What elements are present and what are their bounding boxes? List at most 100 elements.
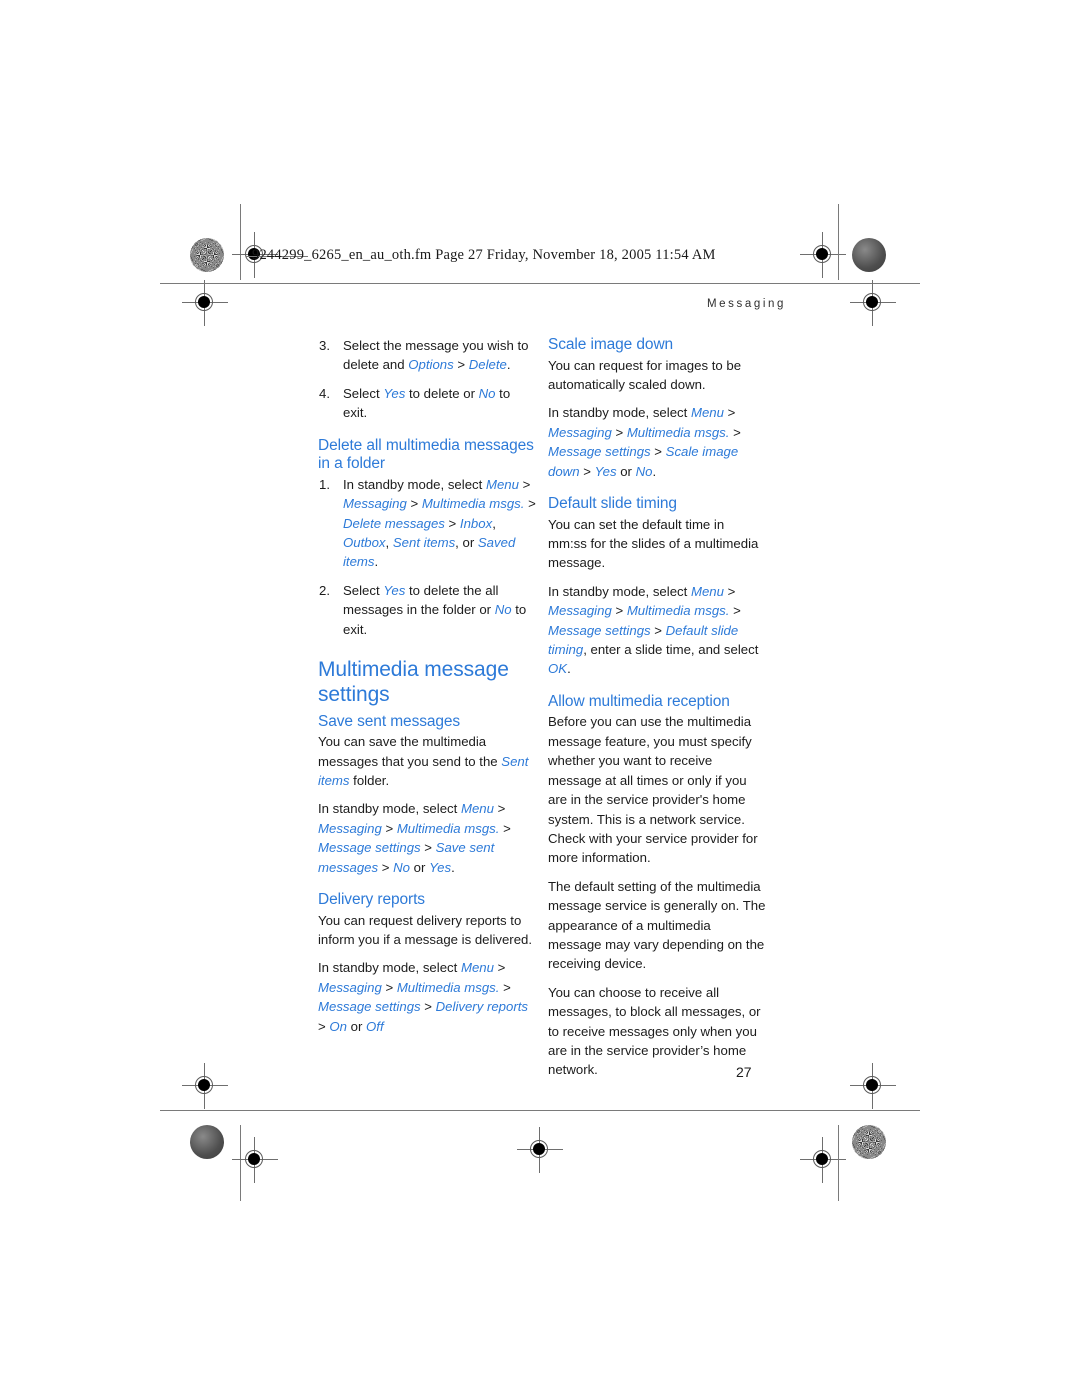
ui-term: Menu bbox=[460, 960, 494, 976]
registration-mark-bottom-left-inner bbox=[232, 1137, 278, 1183]
ui-term: Yes bbox=[383, 582, 406, 598]
step-number: 1. bbox=[319, 476, 330, 492]
ui-term: Menu bbox=[690, 405, 724, 421]
heading-multimedia-message-settings: Multimedia message settings bbox=[318, 658, 509, 706]
ui-term: No bbox=[635, 463, 653, 479]
ui-term: No bbox=[478, 385, 496, 401]
separator: or bbox=[346, 1018, 367, 1034]
separator: > bbox=[650, 444, 666, 460]
ui-term: Sent items bbox=[392, 535, 456, 551]
heading-default-slide-timing: Default slide timing bbox=[548, 495, 677, 513]
step-text: Select the message you wish to delete an… bbox=[343, 338, 528, 372]
paragraph-delivery-reports-path: In standby mode, select Menu > Messaging… bbox=[318, 958, 536, 1036]
text-run: You can request for images to be automat… bbox=[548, 357, 742, 392]
step-text: Select Yes to delete the all messages in… bbox=[343, 583, 526, 637]
text-run: You can save the multimedia messages tha… bbox=[318, 734, 502, 769]
paragraph-scale-image-down-description: You can request for images to be automat… bbox=[548, 356, 766, 395]
ui-term: Message settings bbox=[318, 840, 421, 856]
separator: > bbox=[493, 960, 506, 976]
ui-term: Menu bbox=[485, 476, 519, 492]
ui-term: Delete messages bbox=[343, 515, 445, 531]
ui-term: Off bbox=[366, 1018, 384, 1034]
halftone-dot-top-right bbox=[852, 238, 886, 272]
text-run: You can choose to receive all messages, … bbox=[548, 984, 761, 1078]
list-item: 2. Select Yes to delete the all messages… bbox=[318, 581, 536, 639]
vertical-rule-bottom-left bbox=[240, 1125, 241, 1201]
ui-term: Multimedia msgs. bbox=[626, 603, 730, 619]
paragraph-save-sent-description: You can save the multimedia messages tha… bbox=[318, 732, 536, 790]
registration-mark-right-upper bbox=[850, 280, 896, 326]
text-run: In standby mode, select bbox=[318, 801, 461, 817]
ui-term: No bbox=[494, 602, 512, 618]
ui-term: Yes bbox=[429, 859, 452, 875]
ui-term: Message settings bbox=[548, 444, 651, 460]
ui-term: Inbox bbox=[459, 515, 493, 531]
paragraph-allow-reception-1: Before you can use the multimedia messag… bbox=[548, 712, 766, 867]
page-frame-top-rule bbox=[160, 283, 920, 284]
heading-save-sent-messages: Save sent messages bbox=[318, 712, 461, 730]
ui-term: Menu bbox=[690, 583, 724, 599]
registration-mark-bottom-right-inner bbox=[800, 1137, 846, 1183]
ui-term: Yes bbox=[594, 463, 617, 479]
paragraph-delivery-reports-description: You can request delivery reports to info… bbox=[318, 911, 536, 950]
text-run: to delete or bbox=[405, 385, 479, 401]
separator: or bbox=[410, 859, 430, 875]
paragraph-allow-reception-2: The default setting of the multimedia me… bbox=[548, 877, 766, 974]
registration-mark-left-lower bbox=[182, 1063, 228, 1109]
ui-term: Multimedia msgs. bbox=[421, 496, 525, 512]
ui-term: Delivery reports bbox=[435, 999, 528, 1015]
step-number: 2. bbox=[319, 582, 330, 598]
separator: > bbox=[381, 820, 397, 836]
ui-term: Message settings bbox=[548, 622, 651, 638]
paragraph-allow-reception-3: You can choose to receive all messages, … bbox=[548, 983, 766, 1080]
left-text-column: 3. Select the message you wish to delete… bbox=[318, 336, 536, 1045]
separator: > bbox=[406, 496, 422, 512]
list-item: 3. Select the message you wish to delete… bbox=[318, 336, 536, 375]
separator: , bbox=[492, 515, 496, 531]
page-frame-bottom-rule bbox=[160, 1110, 920, 1111]
heading-delivery-reports: Delivery reports bbox=[318, 891, 425, 909]
text-run: Select bbox=[343, 385, 384, 401]
step-text: In standby mode, select Menu > Messaging… bbox=[343, 477, 536, 570]
ui-term: Message settings bbox=[318, 999, 421, 1015]
separator: > bbox=[493, 801, 506, 817]
separator: > bbox=[420, 999, 436, 1015]
separator: > bbox=[318, 1018, 330, 1034]
separator: > bbox=[723, 405, 736, 421]
ui-term: OK bbox=[548, 661, 568, 677]
halftone-dot-top-left bbox=[190, 238, 224, 272]
vertical-rule-bottom-right bbox=[838, 1125, 839, 1201]
ui-term: Options bbox=[408, 357, 454, 373]
paragraph-scale-image-down-path: In standby mode, select Menu > Messaging… bbox=[548, 403, 766, 481]
paragraph-save-sent-path: In standby mode, select Menu > Messaging… bbox=[318, 799, 536, 877]
separator: > bbox=[611, 424, 627, 440]
vertical-rule-top-left bbox=[240, 204, 241, 280]
ui-term: Menu bbox=[460, 801, 494, 817]
separator: > bbox=[420, 840, 436, 856]
separator: > bbox=[518, 476, 531, 492]
text-run: Select bbox=[343, 582, 384, 598]
text-run: . bbox=[374, 554, 379, 570]
separator: , bbox=[385, 535, 393, 551]
delete-multimedia-continued-steps: 3. Select the message you wish to delete… bbox=[318, 336, 536, 423]
paragraph-default-slide-timing-path: In standby mode, select Menu > Messaging… bbox=[548, 582, 766, 679]
text-run: . bbox=[652, 463, 657, 479]
separator: > bbox=[579, 463, 595, 479]
print-header-file-info: 9244299_6265_en_au_oth.fm Page 27 Friday… bbox=[252, 247, 716, 263]
text-run: . bbox=[506, 357, 511, 373]
text-run: . bbox=[567, 661, 571, 677]
ui-term: On bbox=[329, 1018, 347, 1034]
right-text-column: Scale image down You can request for ima… bbox=[548, 336, 766, 1089]
text-run: In standby mode, select bbox=[548, 583, 691, 599]
separator: > bbox=[650, 622, 666, 638]
halftone-dot-bottom-left bbox=[190, 1125, 224, 1159]
separator: > bbox=[524, 496, 536, 512]
text-run: You can request delivery reports to info… bbox=[318, 912, 533, 948]
separator: > bbox=[723, 583, 736, 599]
ui-term: Messaging bbox=[318, 979, 382, 995]
list-item: 1. In standby mode, select Menu > Messag… bbox=[318, 475, 536, 572]
ui-term: Messaging bbox=[318, 820, 382, 836]
text-run: . bbox=[451, 859, 455, 875]
ui-term: Multimedia msgs. bbox=[626, 424, 730, 440]
separator: > bbox=[729, 424, 741, 440]
